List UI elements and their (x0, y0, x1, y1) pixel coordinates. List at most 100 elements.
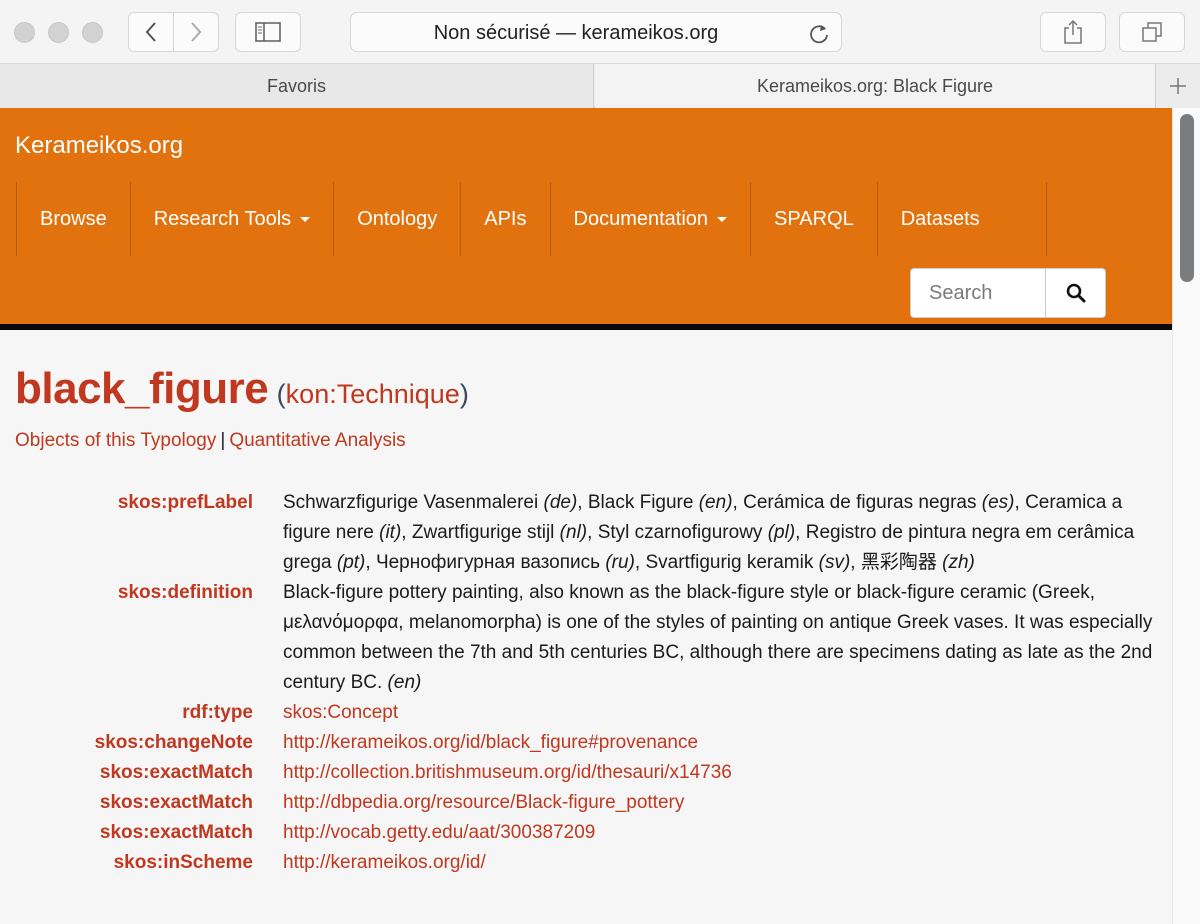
site-search (910, 268, 1106, 318)
pref-label-text: 黑彩陶器 (860, 552, 943, 573)
tab-overview-button[interactable] (1119, 12, 1185, 52)
property-link[interactable]: http://kerameikos.org/id/black_figure#pr… (283, 732, 698, 753)
vertical-scrollbar[interactable] (1172, 108, 1200, 924)
site-brand-link[interactable]: Kerameikos.org (15, 132, 183, 160)
property-value: http://collection.britishmuseum.org/id/t… (283, 758, 1153, 788)
property-value: http://dbpedia.org/resource/Black-figure… (283, 788, 1153, 818)
quantitative-analysis-link[interactable]: Quantitative Analysis (229, 430, 405, 451)
property-key: skos:prefLabel (117, 492, 253, 513)
minimize-window-button[interactable] (48, 22, 69, 43)
property-value: Black-figure pottery painting, also know… (283, 578, 1153, 698)
property-row: skos:exactMatch http://dbpedia.org/resour… (0, 788, 1172, 818)
property-link[interactable]: skos:Concept (283, 702, 398, 723)
caret-down-icon (300, 216, 311, 222)
property-link[interactable]: http://kerameikos.org/id/ (283, 852, 486, 873)
language-tag: (en) (387, 672, 422, 693)
property-link[interactable]: http://dbpedia.org/resource/Black-figure… (283, 792, 684, 813)
property-row: skos:exactMatch http://collection.british… (0, 758, 1172, 788)
pref-label-text: Schwarzfigurige Vasenmalerei (283, 492, 544, 513)
language-tag: (es) (981, 492, 1015, 513)
search-button[interactable] (1046, 268, 1106, 318)
nav-label: Browse (40, 207, 107, 230)
share-icon (1064, 19, 1082, 44)
property-row: skos:changeNote http://kerameikos.org/id/… (0, 728, 1172, 758)
nav-label: Research Tools (153, 207, 292, 230)
property-row: skos:exactMatch http://vocab.getty.edu/aa… (0, 818, 1172, 848)
property-link[interactable]: http://collection.britishmuseum.org/id/t… (283, 762, 732, 783)
zoom-window-button[interactable] (82, 22, 103, 43)
address-text[interactable]: Non sécurisé — kerameikos.org (351, 13, 801, 53)
scrollbar-thumb[interactable] (1180, 114, 1194, 282)
property-key: rdf:type (182, 702, 253, 723)
chevron-right-icon (191, 22, 202, 42)
property-list: skos:prefLabel Schwarzfigurige Vasenmale… (0, 488, 1172, 878)
page-heading: black_figure (kon:Technique) (15, 364, 469, 414)
nav-ontology[interactable]: Ontology (333, 182, 460, 256)
nav-label: APIs (484, 207, 527, 230)
language-tag: (it) (379, 522, 402, 543)
language-tag: (pt) (336, 552, 366, 573)
tabs-icon (1142, 22, 1162, 42)
property-value: http://kerameikos.org/id/ (283, 848, 1153, 878)
pref-label-text: Cerámica de figuras negras (743, 492, 982, 513)
nav-label: SPARQL (774, 207, 854, 230)
property-row-preflabel: skos:prefLabel Schwarzfigurige Vasenmale… (0, 488, 1172, 578)
language-tag: (zh) (942, 552, 975, 573)
page-viewport: Kerameikos.org Browse Research Tools Ont… (0, 108, 1200, 924)
nav-documentation[interactable]: Documentation (549, 182, 751, 256)
property-value: http://vocab.getty.edu/aat/300387209 (283, 818, 1153, 848)
property-value: Schwarzfigurige Vasenmalerei (de), Black… (283, 492, 1135, 573)
property-key: skos:exactMatch (99, 822, 253, 843)
link-separator: | (220, 430, 226, 451)
tab-current-page[interactable]: Kerameikos.org: Black Figure (595, 64, 1155, 108)
main-nav: Browse Research Tools Ontology APIs Docu… (16, 182, 1047, 256)
nav-apis[interactable]: APIs (460, 182, 549, 256)
property-row: rdf:type skos:Concept (0, 698, 1172, 728)
property-key: skos:changeNote (94, 732, 253, 753)
page-title: black_figure (15, 364, 269, 413)
property-key: skos:inScheme (113, 852, 253, 873)
language-tag: (de) (543, 492, 578, 513)
pref-label-text: Zwartfigurige stijl (411, 522, 560, 543)
chevron-left-icon (145, 22, 156, 42)
plus-icon (1170, 78, 1186, 94)
language-tag: (nl) (559, 522, 588, 543)
property-link[interactable]: http://vocab.getty.edu/aat/300387209 (283, 822, 595, 843)
tab-favorites[interactable]: Favoris (0, 64, 594, 108)
search-icon (1066, 283, 1085, 303)
tab-bar: Favoris Kerameikos.org: Black Figure (0, 64, 1200, 108)
share-button[interactable] (1040, 12, 1106, 52)
language-tag: (pl) (767, 522, 796, 543)
nav-label: Ontology (357, 207, 438, 230)
property-key: skos:definition (117, 582, 253, 603)
type-link[interactable]: kon:Technique (286, 379, 460, 409)
nav-datasets[interactable]: Datasets (876, 182, 1047, 256)
reload-icon[interactable] (807, 21, 831, 45)
site-navbar: Kerameikos.org Browse Research Tools Ont… (0, 108, 1172, 330)
page-type: (kon:Technique) (276, 379, 469, 409)
property-value: skos:Concept (283, 698, 1153, 728)
pref-label-text: Svartfigurig keramik (645, 552, 819, 573)
pref-label-text: Styl czarnofigurowy (597, 522, 768, 543)
sidebar-toggle-button[interactable] (235, 12, 301, 52)
nav-sparql[interactable]: SPARQL (750, 182, 877, 256)
property-key: skos:exactMatch (99, 762, 253, 783)
new-tab-button[interactable] (1155, 64, 1200, 108)
sidebar-icon (255, 22, 281, 42)
property-row: skos:inScheme http://kerameikos.org/id/ (0, 848, 1172, 878)
nav-browse[interactable]: Browse (16, 182, 130, 256)
search-input[interactable] (910, 268, 1046, 318)
pref-label-text: Чернофигурная вазопись (375, 552, 606, 573)
close-window-button[interactable] (14, 22, 35, 43)
property-row-definition: skos:definition Black-figure pottery pai… (0, 578, 1172, 698)
pref-label-text: Black Figure (587, 492, 699, 513)
back-button[interactable] (128, 12, 174, 52)
property-value: http://kerameikos.org/id/black_figure#pr… (283, 728, 1153, 758)
nav-label: Documentation (573, 207, 709, 230)
browser-toolbar: Non sécurisé — kerameikos.org (0, 0, 1200, 64)
nav-research-tools[interactable]: Research Tools (129, 182, 333, 256)
objects-of-typology-link[interactable]: Objects of this Typology (15, 430, 216, 451)
address-bar[interactable]: Non sécurisé — kerameikos.org (350, 12, 842, 52)
forward-button[interactable] (173, 12, 219, 52)
caret-down-icon (717, 216, 728, 222)
